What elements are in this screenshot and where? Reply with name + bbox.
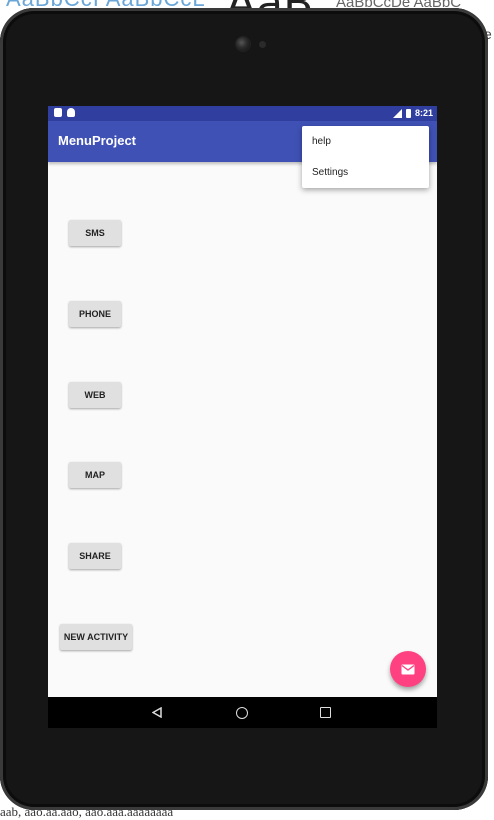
email-icon: [401, 664, 415, 674]
app-title: MenuProject: [58, 133, 137, 148]
camera-icon: [236, 37, 250, 51]
status-indicators: 8:21: [392, 108, 433, 118]
web-button[interactable]: WEB: [69, 382, 121, 408]
back-triangle-icon[interactable]: [152, 707, 162, 718]
menu-item-settings[interactable]: Settings: [302, 157, 429, 188]
email-fab-button[interactable]: [390, 651, 426, 687]
recents-square-icon[interactable]: [320, 707, 331, 718]
status-clock: 8:21: [414, 108, 433, 118]
battery-icon: [405, 108, 411, 118]
phone-button[interactable]: PHONE: [69, 301, 121, 327]
sd-card-icon: [54, 108, 62, 117]
home-circle-icon[interactable]: [236, 707, 248, 719]
notification-icons: [54, 108, 75, 117]
sms-button[interactable]: SMS: [69, 220, 121, 246]
android-icon: [67, 108, 75, 117]
map-button[interactable]: MAP: [69, 462, 121, 488]
signal-icon: [392, 108, 402, 118]
device-screen: 8:21 MenuProject SMS PHONE WEB MAP SHARE…: [48, 106, 437, 728]
overflow-menu-popup: help Settings: [302, 126, 429, 188]
navigation-bar: [48, 697, 437, 728]
tablet-device-frame: 8:21 MenuProject SMS PHONE WEB MAP SHARE…: [0, 8, 488, 810]
share-button[interactable]: SHARE: [69, 543, 121, 569]
sensor-dot: [259, 41, 266, 48]
status-bar: 8:21: [48, 106, 437, 121]
menu-item-help[interactable]: help: [302, 126, 429, 157]
new-activity-button[interactable]: NEW ACTIVITY: [60, 624, 132, 650]
